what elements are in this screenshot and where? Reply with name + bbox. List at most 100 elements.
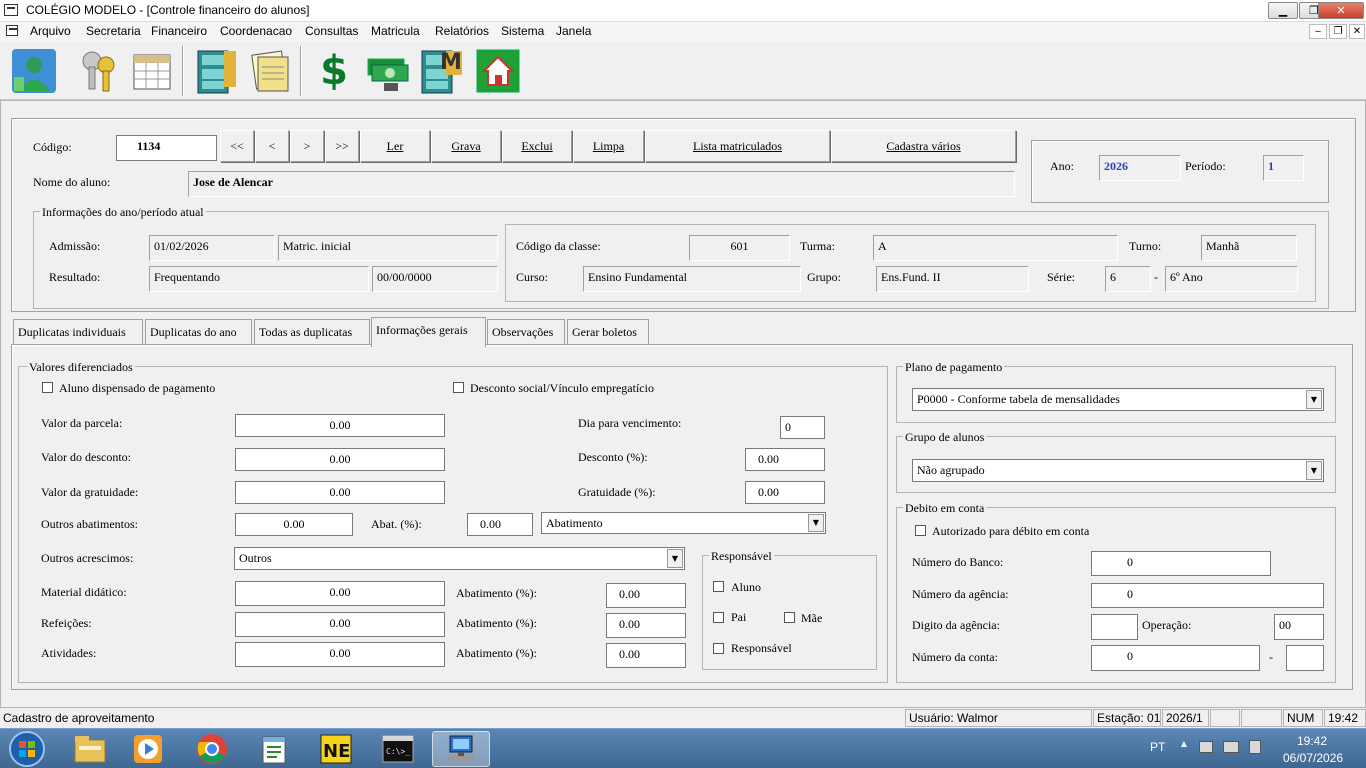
action-center-icon[interactable] bbox=[1199, 741, 1213, 753]
app-icon[interactable] bbox=[4, 4, 18, 16]
chrome-icon[interactable] bbox=[184, 731, 240, 767]
grupo-alunos-select[interactable]: Não agrupado ▼ bbox=[912, 459, 1324, 482]
ler-button[interactable]: Ler bbox=[360, 130, 430, 162]
exclui-button[interactable]: Exclui bbox=[502, 130, 572, 162]
resp-aluno-checkbox[interactable] bbox=[713, 581, 724, 592]
outros-acresc-label: Outros acrescimos: bbox=[41, 551, 134, 565]
tab-duplicatas-individuais[interactable]: Duplicatas individuais bbox=[13, 319, 143, 345]
mdi-restore-button[interactable]: ❐ bbox=[1329, 24, 1347, 39]
next-record-button[interactable]: > bbox=[290, 130, 324, 162]
mdi-close-button[interactable]: ✕ bbox=[1349, 24, 1365, 39]
parcela-input[interactable]: 0.00 bbox=[235, 414, 445, 437]
lista-matriculados-button[interactable]: Lista matriculados bbox=[645, 130, 830, 162]
menu-relatorios[interactable]: Relatórios bbox=[435, 24, 489, 38]
calendar-icon[interactable] bbox=[126, 45, 178, 97]
atividades-input[interactable]: 0.00 bbox=[235, 642, 445, 667]
resp-pai-checkbox[interactable] bbox=[713, 612, 724, 623]
close-button[interactable]: ✕ bbox=[1318, 2, 1364, 19]
outros-acresc-select[interactable]: Outros ▼ bbox=[234, 547, 685, 570]
last-record-button[interactable]: >> bbox=[325, 130, 359, 162]
tab-gerar-boletos[interactable]: Gerar boletos bbox=[567, 319, 649, 345]
dia-input[interactable]: 0 bbox=[780, 416, 825, 439]
agencia-input[interactable]: 0 bbox=[1091, 583, 1324, 608]
menu-consultas[interactable]: Consultas bbox=[305, 24, 358, 38]
info-group-title: Informações do ano/período atual bbox=[40, 205, 206, 220]
operacao-input[interactable]: 00 bbox=[1274, 614, 1324, 640]
status-hora: 19:42 bbox=[1324, 709, 1366, 727]
resp-responsavel-checkbox[interactable] bbox=[713, 643, 724, 654]
chevron-down-icon[interactable]: ▼ bbox=[1306, 461, 1322, 480]
digito-input[interactable] bbox=[1091, 614, 1138, 640]
chevron-down-icon[interactable]: ▼ bbox=[1306, 390, 1322, 409]
network-icon[interactable] bbox=[1223, 741, 1239, 753]
desconto-input[interactable]: 0.00 bbox=[235, 448, 445, 471]
dispensado-checkbox[interactable] bbox=[42, 382, 53, 393]
chevron-down-icon[interactable]: ▼ bbox=[808, 514, 824, 532]
menu-coordenacao[interactable]: Coordenacao bbox=[220, 24, 292, 38]
menu-sistema[interactable]: Sistema bbox=[501, 24, 544, 38]
outros-abat-label: Outros abatimentos: bbox=[41, 517, 138, 531]
conta-dv-input[interactable] bbox=[1286, 645, 1324, 671]
abat-material-input[interactable]: 0.00 bbox=[606, 583, 686, 608]
menu-secretaria[interactable]: Secretaria bbox=[86, 24, 141, 38]
desconto-social-checkbox[interactable] bbox=[453, 382, 464, 393]
material-input[interactable]: 0.00 bbox=[235, 581, 445, 606]
money-bills-icon[interactable] bbox=[362, 45, 414, 97]
toolbar: $ M bbox=[0, 42, 1366, 100]
menu-financeiro[interactable]: Financeiro bbox=[151, 24, 207, 38]
tab-duplicatas-ano[interactable]: Duplicatas do ano bbox=[145, 319, 252, 345]
descpct-input[interactable]: 0.00 bbox=[745, 448, 825, 471]
file-cabinet-icon[interactable] bbox=[190, 45, 242, 97]
media-player-icon[interactable] bbox=[120, 731, 176, 767]
abatpct-input[interactable]: 0.00 bbox=[467, 513, 533, 536]
file-explorer-icon[interactable] bbox=[62, 731, 118, 767]
nero-icon[interactable]: NE bbox=[308, 731, 364, 767]
responsavel-group-title: Responsável bbox=[709, 549, 774, 564]
conta-input[interactable]: 0 bbox=[1091, 645, 1260, 671]
abat-atividades-input[interactable]: 0.00 bbox=[606, 643, 686, 668]
gratuidade-input[interactable]: 0.00 bbox=[235, 481, 445, 504]
student-icon[interactable] bbox=[8, 45, 60, 97]
tab-informacoes-gerais[interactable]: Informações gerais bbox=[371, 317, 486, 347]
mdi-child-icon[interactable] bbox=[6, 25, 18, 36]
language-indicator[interactable]: PT bbox=[1150, 740, 1165, 754]
gratpct-input[interactable]: 0.00 bbox=[745, 481, 825, 504]
documents-icon[interactable] bbox=[244, 45, 296, 97]
grava-button[interactable]: Grava bbox=[431, 130, 501, 162]
svg-text:C:\>_: C:\>_ bbox=[386, 747, 410, 756]
windows-start-icon[interactable] bbox=[2, 731, 52, 767]
mdi-minimize-button[interactable]: ‒ bbox=[1309, 24, 1327, 39]
cmd-icon[interactable]: C:\>_ bbox=[370, 731, 426, 767]
tab-todas-duplicatas[interactable]: Todas as duplicatas bbox=[254, 319, 370, 345]
refeicoes-input[interactable]: 0.00 bbox=[235, 612, 445, 637]
cadastra-varios-button[interactable]: Cadastra vários bbox=[831, 130, 1016, 162]
dollar-icon[interactable]: $ bbox=[308, 45, 360, 97]
outros-abat-input[interactable]: 0.00 bbox=[235, 513, 353, 536]
chevron-down-icon[interactable]: ▼ bbox=[667, 549, 683, 568]
menu-arquivo[interactable]: Arquivo bbox=[30, 24, 71, 38]
volume-icon[interactable] bbox=[1249, 740, 1261, 754]
abatimento-select[interactable]: Abatimento ▼ bbox=[541, 512, 826, 534]
notepad-icon[interactable] bbox=[246, 731, 302, 767]
menu-janela[interactable]: Janela bbox=[556, 24, 591, 38]
prev-record-button[interactable]: < bbox=[255, 130, 289, 162]
codigo-input[interactable]: 1134 bbox=[116, 135, 217, 161]
menu-matricula[interactable]: Matricula bbox=[371, 24, 420, 38]
minimize-button[interactable]: ▁ bbox=[1268, 2, 1298, 19]
plano-select[interactable]: P0000 - Conforme tabela de mensalidades … bbox=[912, 388, 1324, 411]
resp-mae-checkbox[interactable] bbox=[784, 612, 795, 623]
clock-date[interactable]: 06/07/2026 bbox=[1283, 751, 1343, 765]
limpa-button[interactable]: Limpa bbox=[573, 130, 644, 162]
conta-label: Número da conta: bbox=[912, 650, 998, 664]
file-cabinet-m-icon[interactable]: M bbox=[416, 45, 468, 97]
banco-input[interactable]: 0 bbox=[1091, 551, 1271, 576]
first-record-button[interactable]: << bbox=[220, 130, 254, 162]
keys-icon[interactable] bbox=[72, 45, 124, 97]
abat-refeicoes-input[interactable]: 0.00 bbox=[606, 613, 686, 638]
home-icon[interactable] bbox=[472, 45, 524, 97]
app-network-icon[interactable] bbox=[432, 731, 490, 767]
clock-time[interactable]: 19:42 bbox=[1297, 734, 1327, 748]
tab-observacoes[interactable]: Observações bbox=[487, 319, 565, 345]
tray-expand-icon[interactable]: ▲ bbox=[1179, 739, 1189, 750]
autorizado-checkbox[interactable] bbox=[915, 525, 926, 536]
